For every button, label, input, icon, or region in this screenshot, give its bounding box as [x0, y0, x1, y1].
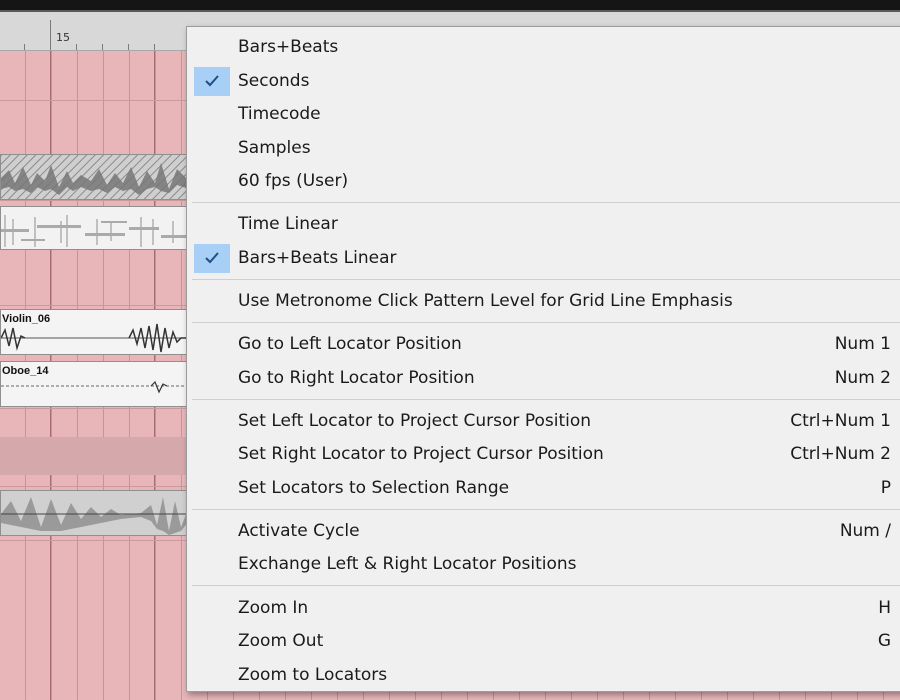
menu-separator: [192, 399, 900, 400]
midi-event[interactable]: [0, 206, 188, 250]
checkmark-icon: [205, 75, 219, 87]
menu-item-zoom-out[interactable]: Zoom Out G: [187, 625, 900, 658]
menu-separator: [192, 585, 900, 586]
menu-item-set-left-locator[interactable]: Set Left Locator to Project Cursor Posit…: [187, 405, 900, 438]
audio-event-violin[interactable]: Violin_06: [0, 309, 188, 355]
context-menu[interactable]: Bars+Beats Seconds Timecode Samples 60 f…: [186, 26, 900, 692]
menu-separator: [192, 202, 900, 203]
menu-item-exchange-locators[interactable]: Exchange Left & Right Locator Positions: [187, 548, 900, 581]
ruler-minor-tick: [76, 44, 77, 50]
waveform-icon: [1, 155, 187, 199]
ruler-minor-tick: [154, 44, 155, 50]
note-pattern-icon: [1, 215, 187, 247]
menu-item-set-locators-selection[interactable]: Set Locators to Selection Range P: [187, 472, 900, 505]
menu-item-60fps[interactable]: 60 fps (User): [187, 165, 900, 198]
ruler-minor-tick: [24, 44, 25, 50]
menu-separator: [192, 322, 900, 323]
waveform-icon: [1, 497, 187, 535]
menu-item-zoom-in[interactable]: Zoom In H: [187, 592, 900, 625]
track-lane-muted: [0, 437, 188, 475]
menu-item-activate-cycle[interactable]: Activate Cycle Num /: [187, 515, 900, 548]
menu-item-seconds[interactable]: Seconds: [187, 65, 900, 98]
menu-item-set-right-locator[interactable]: Set Right Locator to Project Cursor Posi…: [187, 438, 900, 471]
menu-item-goto-right-locator[interactable]: Go to Right Locator Position Num 2: [187, 362, 900, 395]
menu-item-metronome-grid[interactable]: Use Metronome Click Pattern Level for Gr…: [187, 285, 900, 318]
audio-event-oboe[interactable]: Oboe_14: [0, 361, 188, 407]
menu-item-zoom-to-locators[interactable]: Zoom to Locators: [187, 659, 900, 692]
menu-item-goto-left-locator[interactable]: Go to Left Locator Position Num 1: [187, 328, 900, 361]
menu-item-timecode[interactable]: Timecode: [187, 98, 900, 131]
menu-item-bars-beats-linear[interactable]: Bars+Beats Linear: [187, 242, 900, 275]
check-highlight: [194, 67, 230, 96]
menu-item-bars-beats[interactable]: Bars+Beats: [187, 31, 900, 64]
event-name: Oboe_14: [2, 365, 49, 377]
ruler-minor-tick: [128, 44, 129, 50]
audio-event[interactable]: [0, 154, 188, 200]
ruler-major-tick: [50, 20, 51, 50]
checkmark-icon: [205, 252, 219, 264]
menu-separator: [192, 279, 900, 280]
event-name: Violin_06: [2, 313, 51, 325]
menu-item-time-linear[interactable]: Time Linear: [187, 208, 900, 241]
ruler-bar-number: 15: [56, 31, 70, 44]
check-highlight: [194, 244, 230, 273]
audio-event[interactable]: [0, 490, 188, 536]
ruler-minor-tick: [102, 44, 103, 50]
menu-separator: [192, 509, 900, 510]
menu-item-samples[interactable]: Samples: [187, 132, 900, 165]
